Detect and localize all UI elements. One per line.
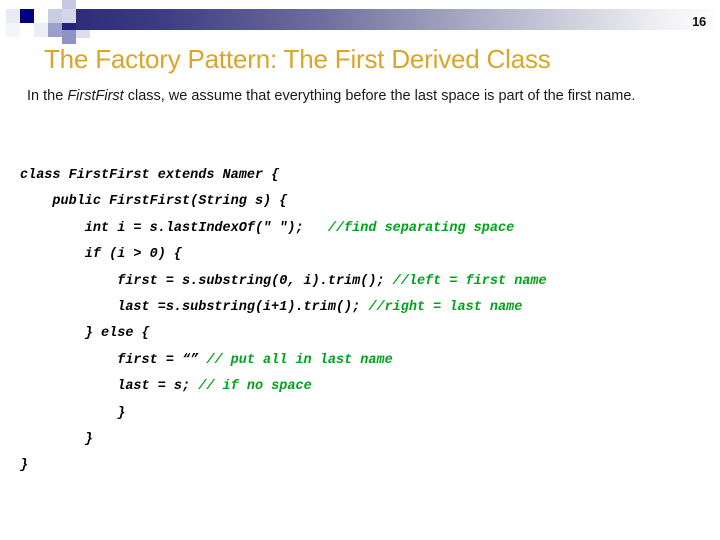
code-line: int i = s.lastIndexOf(" "); //find separ… [20,216,720,242]
code-line: } else { [20,321,720,347]
code-line: } [20,427,720,453]
decoration-square [48,9,62,23]
code-text: first = “” [20,352,199,368]
decoration-square [48,23,62,37]
code-text: } [20,458,29,474]
code-gap [385,274,393,289]
code-text: } [20,405,126,421]
decoration-square [62,30,76,44]
code-comment: //find separating space [327,220,515,236]
intro-emphasis-classname: FirstFirst [67,88,124,104]
code-comment: //right = last name [368,300,523,316]
code-text: public FirstFirst(String s) { [20,194,288,210]
decoration-square [34,9,48,23]
code-block: class FirstFirst extends Namer { public … [20,163,720,480]
code-line: first = s.substring(0, i).trim(); //left… [20,269,720,295]
intro-text-after: class, we assume that everything before … [123,88,636,104]
code-line: } [20,453,720,479]
page-title: The Factory Pattern: The First Derived C… [44,44,551,74]
decoration-square [62,0,76,9]
code-line: class FirstFirst extends Namer { [20,163,720,189]
header-decoration [0,0,720,46]
code-text: int i = s.lastIndexOf(" "); [20,220,304,236]
decoration-square [76,30,90,38]
code-comment: // put all in last name [206,352,393,368]
code-text: if (i > 0) { [20,247,183,263]
code-text: first = s.substring(0, i).trim(); [20,273,385,289]
code-text: class FirstFirst extends Namer { [20,168,280,183]
intro-paragraph: In the FirstFirst class, we assume that … [27,86,692,106]
code-comment: //left = first name [392,273,547,289]
code-text: last = s; [20,379,191,395]
decoration-square-navy [20,9,34,23]
code-text: } [20,432,93,448]
decoration-square [62,23,76,30]
code-line: last = s; // if no space [20,374,720,400]
code-text: last =s.substring(i+1).trim(); [20,300,361,316]
code-text: } else { [20,326,150,342]
code-gap [304,221,328,236]
intro-text-before: In the [27,88,68,104]
code-line: if (i > 0) { [20,242,720,268]
code-line: public FirstFirst(String s) { [20,189,720,215]
slide-number: 16 [692,14,706,29]
decoration-square [34,23,48,37]
code-line: } [20,401,720,427]
decoration-square [6,23,20,37]
header-gradient-band [60,9,720,30]
decoration-square [76,0,90,9]
code-comment: // if no space [198,379,312,395]
decoration-square [62,9,76,23]
decoration-square [6,9,20,23]
code-line: last =s.substring(i+1).trim(); //right =… [20,295,720,321]
code-line: first = “” // put all in last name [20,348,720,374]
